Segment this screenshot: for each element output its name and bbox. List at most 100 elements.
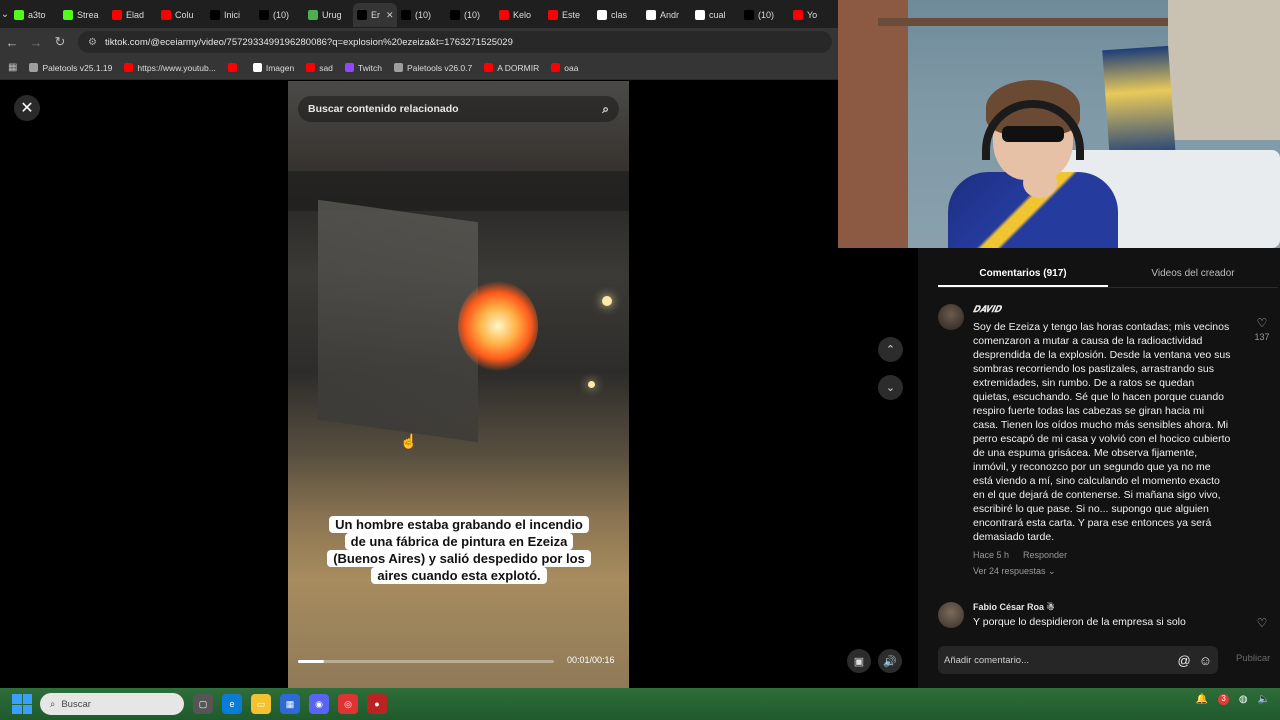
reload-icon[interactable]: ↻ [48,34,72,50]
browser-tab-title: Colu [175,10,194,20]
browser-tab[interactable]: (10) [446,3,495,27]
comment-username[interactable]: Fabio César Roa ☃ [973,602,1231,613]
url-field[interactable]: ⚙ tiktok.com/@eceiarmy/video/75729334991… [78,31,832,53]
browser-tab[interactable]: (10) [740,3,789,27]
avatar[interactable] [938,602,964,628]
apps-icon[interactable]: ▦ [8,62,17,73]
comments-panel: Comentarios (917) Videos del creador 𝑫𝑨𝑽… [918,248,1280,688]
video-player[interactable]: Buscar contenido relacionado ⌕ ☝ Un homb… [288,81,629,688]
floating-player-icon[interactable]: ▣ [847,649,871,673]
browser-tab-title: Inici [224,10,241,20]
tab-creator-videos[interactable]: Videos del creador [1108,262,1278,287]
browser-tab[interactable]: (10) [397,3,446,27]
search-icon[interactable]: ⌕ [602,102,609,117]
browser-tab[interactable]: Kelo [495,3,544,27]
app-icon[interactable]: ● [367,694,387,714]
k-icon [63,10,73,20]
google-icon [597,10,607,20]
browser-tab[interactable]: Er ✕ [353,3,397,27]
avatar[interactable] [938,304,964,330]
like-button[interactable]: ♡ [1251,616,1273,630]
back-icon[interactable]: ← [0,35,24,50]
comment-input[interactable]: Añadir comentario... @ ☺ [938,646,1218,674]
bookmark-item[interactable] [227,63,241,73]
bookmark-favicon-icon [124,63,134,72]
heart-icon: ♡ [1256,616,1268,630]
tab-close-icon[interactable]: ✕ [386,10,394,21]
browser-tab[interactable]: Yo [789,3,838,27]
file-explorer-icon[interactable]: ▭ [251,694,271,714]
comment-text: Y porque lo despidieron de la empresa si… [973,616,1186,628]
previous-video-button[interactable]: ⌃ [878,337,903,362]
browser-tab-title: (10) [464,10,481,20]
bookmark-item[interactable]: Paletools v25.1.19 [29,63,112,73]
browser-tab-title: Er [371,10,380,20]
bookmark-label: Paletools v25.1.19 [42,62,113,73]
network-icon[interactable]: ◍ [1239,694,1248,705]
browser-tab[interactable]: Strea [59,3,108,27]
comment-item: Fabio César Roa ☃ Y porque lo despidiero… [938,602,1273,632]
browser-tab[interactable]: clas [593,3,642,27]
emoji-icon[interactable]: ☺ [1199,653,1212,668]
related-search-field[interactable]: Buscar contenido relacionado ⌕ [298,96,619,122]
browser-tab[interactable]: Elad [108,3,157,27]
taskbar-search-field[interactable]: ⌕ Buscar [40,693,184,715]
browser-tab-title: Elad [126,10,145,20]
publish-button[interactable]: Publicar [1236,653,1270,664]
forward-icon[interactable]: → [24,35,48,50]
tiktok-icon [450,10,460,20]
video-progress-bar[interactable] [298,660,554,663]
browser-tab[interactable]: cual [691,3,740,27]
bookmark-favicon-icon [252,63,262,72]
browser-tab[interactable]: Este [544,3,593,27]
store-icon[interactable]: ▦ [280,694,300,714]
youtube-icon [793,10,803,20]
close-icon[interactable]: ✕ [14,95,40,121]
bookmark-label: sad [319,62,333,73]
mention-icon[interactable]: @ [1178,653,1191,668]
bookmark-item[interactable]: sad [306,63,333,73]
windows-start-icon[interactable] [12,694,32,714]
comment-input-placeholder: Añadir comentario... [944,654,1030,666]
bookmark-favicon-icon [484,63,494,72]
browser-tab[interactable]: Andr [642,3,691,27]
bookmark-item[interactable]: A DORMIR [484,63,539,73]
heart-icon: ♡ [1256,316,1268,330]
youtube-icon [112,10,122,20]
browser-tab[interactable]: Urug [304,3,353,27]
reply-button[interactable]: Responder [1023,550,1067,560]
comment-text: Soy de Ezeiza y tengo las horas contadas… [973,321,1231,543]
bookmark-item[interactable]: Imagen [252,62,295,73]
chrome-icon[interactable]: ◎ [338,694,358,714]
address-bar: ← → ↻ ⚙ tiktok.com/@eceiarmy/video/75729… [0,28,838,56]
bookmark-item[interactable]: Twitch [344,63,382,73]
bookmark-item[interactable]: Paletools v26.0.7 [394,63,472,73]
site-info-icon[interactable]: ⚙ [88,37,97,48]
bookmark-favicon-icon [29,63,39,72]
browser-tab[interactable]: Inici [206,3,255,27]
screen: ⌄ a3to Strea Elad Colu Inici (10) Urug Er ✕ (10) (… [0,0,1280,720]
video-frame-light [602,296,612,306]
browser-tab-title: a3to [28,10,46,20]
browser-tab[interactable]: Colu [157,3,206,27]
tab-search-icon[interactable]: ⌄ [0,0,10,28]
task-view-icon[interactable]: ▢ [193,694,213,714]
bookmark-favicon-icon [344,63,354,72]
bookmark-item[interactable]: https://www.youtub... [124,63,216,73]
notification-icon[interactable]: 🔔 [1196,694,1208,705]
bookmark-label: Imagen [265,62,295,73]
bookmark-item[interactable]: oaa [551,63,578,73]
browser-tab[interactable]: a3to [10,3,59,27]
tab-comments[interactable]: Comentarios (917) [938,262,1108,287]
comment-username[interactable]: 𝑫𝑨𝑽𝑰𝑫 [973,304,1231,315]
tiktok-icon [357,10,367,20]
sound-icon[interactable]: 🔈 [1258,694,1270,705]
edge-icon[interactable]: e [222,694,242,714]
view-replies-button[interactable]: Ver 24 respuestas ⌄ [973,566,1231,577]
browser-tab[interactable]: (10) [255,3,304,27]
discord-icon[interactable]: ◉ [309,694,329,714]
next-video-button[interactable]: ⌄ [878,375,903,400]
webcam-poster [1102,45,1176,161]
volume-icon[interactable]: 🔊 [878,649,902,673]
like-button[interactable]: ♡ 137 [1251,316,1273,342]
